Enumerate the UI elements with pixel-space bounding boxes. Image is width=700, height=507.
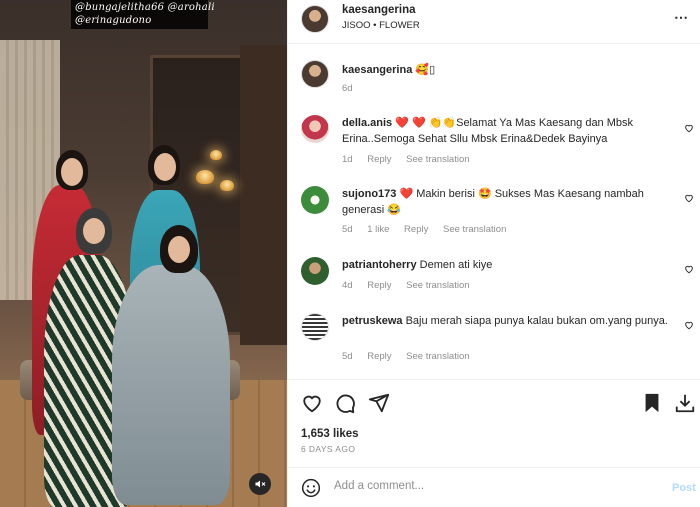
wood-panel	[240, 45, 287, 345]
post-button[interactable]: Post	[672, 482, 696, 494]
post-details-panel: kaesangerina JISOO • FLOWER ⋯ kaesangeri…	[287, 0, 700, 507]
caption-text: kaesangerina 🥰▯	[342, 62, 672, 78]
post-header: kaesangerina JISOO • FLOWER ⋯	[288, 0, 700, 44]
mute-button[interactable]	[249, 473, 271, 495]
woman-grey-gown	[112, 265, 230, 505]
comment-username[interactable]: sujono173	[342, 188, 396, 200]
pendant-lamp	[196, 170, 214, 184]
heart-icon[interactable]	[684, 123, 694, 133]
post-image[interactable]: @bungajelitha66 @arohali @erinagudono	[0, 0, 287, 507]
comment-age: 1d	[342, 154, 353, 165]
avatar[interactable]	[301, 257, 329, 285]
add-comment-bar: Post	[288, 467, 700, 507]
caption-username[interactable]: kaesangerina	[342, 64, 412, 76]
comment-body: Demen ati kiye	[419, 259, 493, 271]
comment-input[interactable]	[334, 480, 654, 492]
comment-username[interactable]: patriantoherry	[342, 259, 417, 271]
comment-body: Baju merah siapa punya kalau bukan om.ya…	[405, 315, 668, 327]
comment-text: della.anis ❤️ ❤️ 👏👏Selamat Ya Mas Kaesan…	[342, 115, 672, 147]
comment-meta: 1d Reply See translation	[342, 154, 482, 165]
comment-age: 4d	[342, 280, 353, 291]
caption-body: 🥰▯	[415, 64, 436, 76]
mention-tag-line[interactable]: @bungajelitha66 @arohali	[75, 1, 215, 14]
heart-icon[interactable]	[684, 320, 694, 330]
comment-text: petruskewa Baju merah siapa punya kalau …	[342, 313, 672, 329]
face	[154, 153, 176, 181]
mention-tags: @bungajelitha66 @arohali @erinagudono	[71, 0, 215, 29]
face	[61, 158, 83, 186]
comment-age: 5d	[342, 351, 353, 362]
comment-text: patriantoherry Demen ati kiye	[342, 257, 672, 273]
see-translation-button[interactable]: See translation	[406, 280, 469, 291]
download-icon[interactable]	[674, 391, 696, 415]
comment-meta: 4d Reply See translation	[342, 280, 482, 291]
avatar[interactable]	[301, 186, 329, 214]
avatar[interactable]	[301, 60, 329, 88]
comment-bubble-icon[interactable]	[334, 392, 356, 414]
see-translation-button[interactable]: See translation	[406, 154, 469, 165]
face	[83, 218, 105, 244]
face	[168, 236, 190, 263]
post-date[interactable]: 6 DAYS AGO	[301, 444, 355, 454]
pendant-lamp	[220, 180, 234, 191]
avatar[interactable]	[301, 313, 329, 341]
comment-age: 5d	[342, 224, 353, 235]
avatar[interactable]	[301, 115, 329, 143]
heart-icon[interactable]	[684, 264, 694, 274]
heart-icon[interactable]	[301, 392, 323, 414]
paper-plane-icon[interactable]	[368, 392, 390, 414]
comment-meta: 5d 1 like Reply See translation	[342, 224, 518, 235]
see-translation-button[interactable]: See translation	[406, 351, 469, 362]
ellipsis-icon[interactable]: ⋯	[674, 9, 689, 26]
comment-text: sujono173 ❤️ Makin berisi 🤩 Sukses Mas K…	[342, 186, 672, 218]
comment-username[interactable]: della.anis	[342, 117, 392, 129]
avatar[interactable]	[301, 5, 329, 33]
like-count[interactable]: 1,653 likes	[301, 428, 359, 440]
comment-meta: 5d Reply See translation	[342, 351, 482, 362]
reply-button[interactable]: Reply	[367, 280, 391, 291]
caption-age: 6d	[342, 83, 353, 94]
smiley-icon[interactable]	[301, 478, 321, 498]
reply-button[interactable]: Reply	[367, 154, 391, 165]
audio-track[interactable]: JISOO • FLOWER	[342, 20, 420, 31]
header-username[interactable]: kaesangerina	[342, 4, 416, 16]
reply-button[interactable]: Reply	[404, 224, 428, 235]
reply-button[interactable]: Reply	[367, 351, 391, 362]
divider	[288, 379, 700, 380]
comment-username[interactable]: petruskewa	[342, 315, 403, 327]
bookmark-icon[interactable]	[642, 392, 662, 414]
mention-tag-line[interactable]: @erinagudono	[75, 14, 204, 27]
see-translation-button[interactable]: See translation	[443, 224, 506, 235]
heart-icon[interactable]	[684, 193, 694, 203]
speaker-muted-icon	[255, 480, 266, 488]
pendant-lamp	[210, 150, 222, 160]
comment-like-count[interactable]: 1 like	[367, 224, 389, 235]
